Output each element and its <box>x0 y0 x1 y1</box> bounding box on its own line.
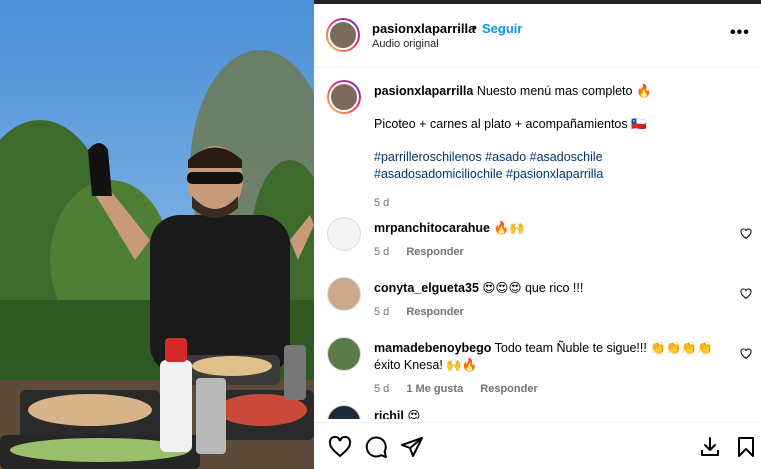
heart-icon[interactable] <box>740 348 752 360</box>
comment-time[interactable]: 5 d <box>374 246 389 258</box>
caption-time[interactable]: 5 d <box>374 197 389 209</box>
author-avatar[interactable] <box>326 18 360 52</box>
comment-text: mamadebenoybego Todo team Ñuble te sigue… <box>374 340 734 374</box>
comment-meta: 5 d Responder <box>374 306 478 318</box>
comment-text: mrpanchitocarahue 🔥🙌 <box>374 220 734 237</box>
comment-avatar[interactable] <box>327 217 361 251</box>
post-media[interactable] <box>0 0 314 469</box>
comment-row: conyta_elgueta35 😍😍😍 que rico !!! 5 d Re… <box>314 277 761 323</box>
comment-text: conyta_elgueta35 😍😍😍 que rico !!! <box>374 280 734 297</box>
comment-username[interactable]: mrpanchitocarahue <box>374 221 490 235</box>
comment-row: mamadebenoybego Todo team Ñuble te sigue… <box>314 337 761 401</box>
more-options-icon[interactable]: ••• <box>730 24 750 42</box>
caption-hashtags[interactable]: #parrilleroschilenos #asado #asadoschile… <box>374 149 734 183</box>
heart-icon[interactable] <box>740 228 752 240</box>
comment-row: mrpanchitocarahue 🔥🙌 5 d Responder <box>314 217 761 263</box>
bookmark-icon[interactable] <box>734 435 758 459</box>
audio-link[interactable]: Audio original <box>372 38 439 50</box>
comments-section[interactable]: pasionxlaparrilla Nuesto menú mas comple… <box>314 69 761 419</box>
caption-body: Nuesto menú mas completo 🔥 <box>476 84 652 98</box>
comment-username[interactable]: mamadebenoybego <box>374 341 491 355</box>
comment-meta: 5 d Responder <box>374 246 478 258</box>
comment-row: richil 😍 <box>314 405 761 419</box>
reply-button[interactable]: Responder <box>406 306 463 318</box>
comment-avatar[interactable] <box>327 337 361 371</box>
comment-meta: 5 d 1 Me gusta Responder <box>374 383 552 395</box>
caption-line-2: Picoteo + carnes al plato + acompañamien… <box>374 117 647 131</box>
heart-icon[interactable] <box>740 288 752 300</box>
post-header: pasionxlaparrilla • Seguir Audio origina… <box>314 4 761 68</box>
share-icon[interactable] <box>400 435 424 459</box>
actions-bar <box>314 422 761 469</box>
comment-username[interactable]: conyta_elgueta35 <box>374 281 479 295</box>
comment-avatar[interactable] <box>327 405 361 419</box>
comment-likes[interactable]: 1 Me gusta <box>406 383 463 395</box>
comment-body: 😍😍😍 que rico !!! <box>482 281 584 295</box>
reply-button[interactable]: Responder <box>480 383 537 395</box>
caption-text: pasionxlaparrilla Nuesto menú mas comple… <box>374 83 734 183</box>
comment-body: 😍 <box>407 409 421 419</box>
comment-username[interactable]: richil <box>374 409 404 419</box>
follow-button[interactable]: Seguir <box>482 21 522 36</box>
header-separator: • <box>472 19 477 35</box>
caption-meta: 5 d <box>374 197 403 209</box>
post-media-image <box>0 0 314 469</box>
comment-avatar[interactable] <box>327 277 361 311</box>
reply-button[interactable]: Responder <box>406 246 463 258</box>
comment-icon[interactable] <box>364 435 388 459</box>
heart-icon[interactable] <box>328 435 352 459</box>
author-username[interactable]: pasionxlaparrilla <box>372 21 475 36</box>
comment-time[interactable]: 5 d <box>374 383 389 395</box>
comment-time[interactable]: 5 d <box>374 306 389 318</box>
caption-avatar[interactable] <box>327 80 361 114</box>
caption-row: pasionxlaparrilla Nuesto menú mas comple… <box>314 80 761 210</box>
caption-username[interactable]: pasionxlaparrilla <box>374 84 473 98</box>
comment-text: richil 😍 <box>374 408 734 419</box>
post-panel: pasionxlaparrilla • Seguir Audio origina… <box>314 4 761 469</box>
download-icon[interactable] <box>698 435 722 459</box>
comment-body: 🔥🙌 <box>493 221 525 235</box>
